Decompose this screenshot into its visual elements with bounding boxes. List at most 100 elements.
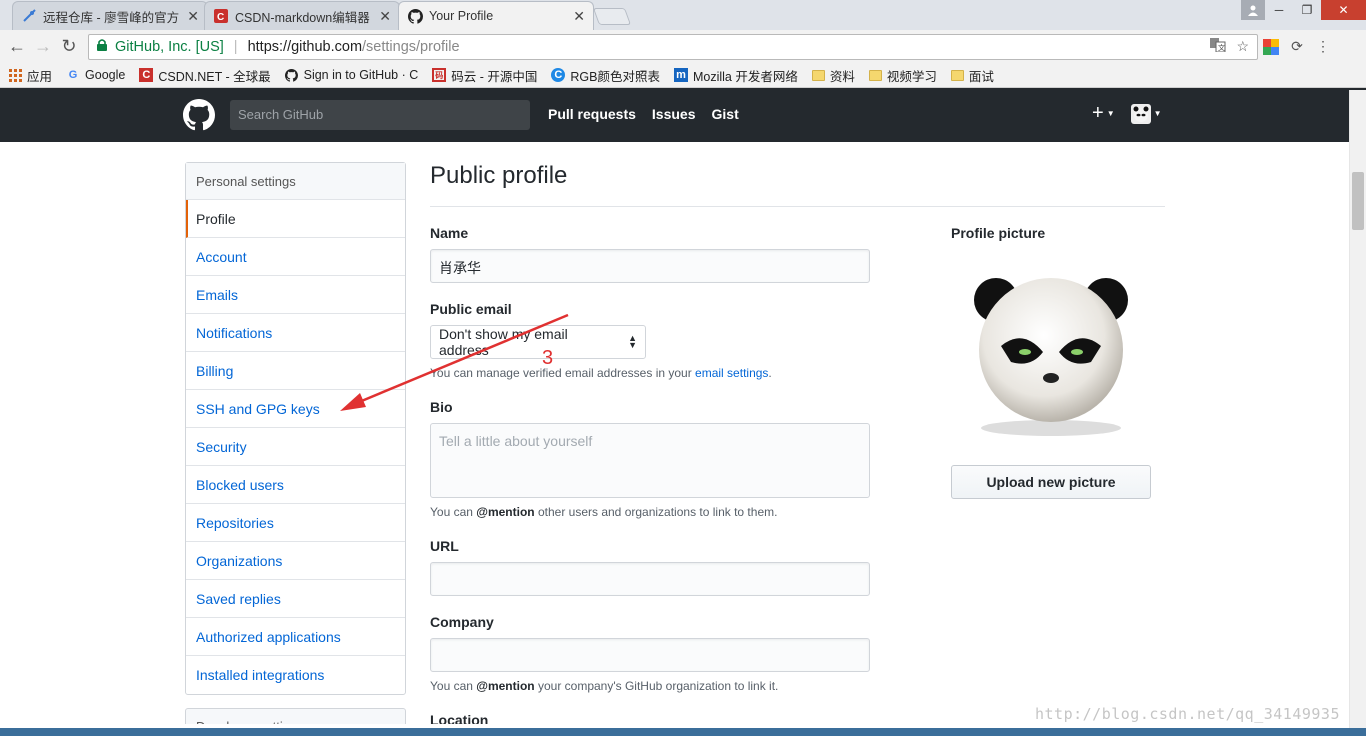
sidebar-item-security[interactable]: Security bbox=[186, 428, 405, 466]
close-tab-icon[interactable]: ✕ bbox=[379, 8, 391, 25]
page-scrollbar[interactable] bbox=[1349, 90, 1366, 728]
bookmark-mozilla[interactable]: m Mozilla 开发者网络 bbox=[673, 66, 798, 85]
site-identity: GitHub, Inc. [US] bbox=[115, 38, 224, 55]
omnibox-actions: 文 ☆ bbox=[1210, 38, 1249, 55]
folder-icon bbox=[811, 69, 825, 81]
company-input[interactable] bbox=[430, 638, 870, 672]
bookmarks-bar: 应用 G Google C CSDN.NET - 全球最 Sign in to … bbox=[0, 63, 1366, 88]
settings-page: Personal settings Profile Account Emails… bbox=[0, 142, 1366, 724]
url-label: URL bbox=[430, 538, 459, 554]
browser-tab-strip: 远程仓库 - 廖雪峰的官方 ✕ C CSDN-markdown编辑器 ✕ You… bbox=[0, 0, 1366, 30]
bookmark-folder-ziliao[interactable]: 资料 bbox=[811, 66, 855, 85]
sidebar-item-repositories[interactable]: Repositories bbox=[186, 504, 405, 542]
menu-icon[interactable]: ⋮ bbox=[1310, 34, 1336, 60]
bookmark-apps[interactable]: 应用 bbox=[8, 66, 52, 85]
url-input[interactable] bbox=[430, 562, 870, 596]
url-separator: | bbox=[233, 38, 238, 55]
bookmark-csdn[interactable]: C CSDN.NET - 全球最 bbox=[139, 66, 271, 85]
restore-icon[interactable]: ❐ bbox=[1293, 0, 1321, 20]
create-new-button[interactable]: + ▼ bbox=[1092, 102, 1115, 125]
csdn-icon: C bbox=[213, 8, 229, 24]
profile-form: Public profile bbox=[430, 162, 1165, 207]
sidebar-item-saved-replies[interactable]: Saved replies bbox=[186, 580, 405, 618]
close-window-icon[interactable]: ✕ bbox=[1321, 0, 1366, 20]
nav-issues[interactable]: Issues bbox=[652, 106, 696, 122]
chevron-down-icon: ▼ bbox=[1153, 109, 1162, 118]
tab-your-profile[interactable]: Your Profile ✕ bbox=[398, 1, 594, 30]
avatar bbox=[1130, 103, 1151, 124]
svg-text:C: C bbox=[217, 12, 224, 23]
sidebar-item-installed-integrations[interactable]: Installed integrations bbox=[186, 656, 405, 694]
bookmark-folder-video[interactable]: 视频学习 bbox=[868, 66, 937, 85]
profile-picture bbox=[951, 250, 1151, 450]
upload-new-picture-button[interactable]: Upload new picture bbox=[951, 465, 1151, 499]
annotation-number: 3 bbox=[542, 347, 554, 369]
google-icon: G bbox=[68, 69, 78, 81]
extension-sync-icon[interactable]: ⟳ bbox=[1284, 34, 1310, 60]
close-tab-icon[interactable]: ✕ bbox=[187, 8, 199, 25]
location-label: Location bbox=[430, 712, 489, 724]
sidebar-item-account[interactable]: Account bbox=[186, 238, 405, 276]
new-tab-button[interactable] bbox=[592, 8, 632, 25]
folder-icon bbox=[868, 69, 882, 81]
name-label: Name bbox=[430, 225, 469, 241]
svg-text:文: 文 bbox=[1218, 43, 1225, 52]
settings-sidebar: Personal settings Profile Account Emails… bbox=[185, 162, 406, 695]
back-icon[interactable]: ← bbox=[4, 34, 30, 60]
github-logo-icon[interactable] bbox=[183, 99, 215, 131]
page-title: Public profile bbox=[430, 162, 1165, 207]
bookmark-google[interactable]: G Google bbox=[66, 68, 126, 82]
csdn-icon: C bbox=[139, 68, 154, 82]
watermark: http://blog.csdn.net/qq_34149935 bbox=[1035, 705, 1340, 723]
star-icon[interactable]: ☆ bbox=[1236, 38, 1249, 55]
github-icon bbox=[285, 68, 299, 82]
bio-note: You can @mention other users and organiz… bbox=[430, 505, 778, 519]
github-icon bbox=[407, 8, 423, 24]
folder-icon bbox=[950, 69, 964, 81]
window-controls: ─ ❐ ✕ bbox=[1241, 0, 1366, 20]
sidebar-item-authorized-applications[interactable]: Authorized applications bbox=[186, 618, 405, 656]
apps-icon bbox=[8, 68, 22, 82]
extension-colorful-icon[interactable] bbox=[1258, 34, 1284, 60]
lock-icon bbox=[97, 39, 107, 54]
sidebar-item-profile[interactable]: Profile bbox=[186, 200, 405, 238]
bookmark-github-signin[interactable]: Sign in to GitHub · C bbox=[285, 68, 418, 82]
rocket-icon bbox=[21, 8, 37, 24]
github-header: Search GitHub Pull requests Issues Gist … bbox=[0, 88, 1366, 142]
tab-csdn[interactable]: C CSDN-markdown编辑器 ✕ bbox=[204, 1, 400, 30]
windows-taskbar bbox=[0, 728, 1366, 736]
select-arrows-icon: ▲ ▼ bbox=[628, 333, 637, 350]
forward-icon[interactable]: → bbox=[30, 34, 56, 60]
nav-gist[interactable]: Gist bbox=[712, 106, 739, 122]
developer-settings-heading: Developer settings bbox=[185, 708, 406, 724]
url-host: https://github.com bbox=[247, 38, 363, 55]
sidebar-item-organizations[interactable]: Organizations bbox=[186, 542, 405, 580]
close-tab-icon[interactable]: ✕ bbox=[573, 8, 585, 25]
nav-pull-requests[interactable]: Pull requests bbox=[548, 106, 636, 122]
company-label: Company bbox=[430, 614, 494, 630]
rgb-icon: C bbox=[551, 68, 566, 82]
header-actions: + ▼ ▼ bbox=[1092, 102, 1162, 125]
reload-icon[interactable]: ↻ bbox=[56, 34, 82, 60]
github-nav: Pull requests Issues Gist bbox=[548, 106, 739, 122]
translate-icon[interactable]: 文 bbox=[1210, 38, 1226, 55]
name-input[interactable]: 肖承华 bbox=[430, 249, 870, 283]
sidebar-item-blocked-users[interactable]: Blocked users bbox=[186, 466, 405, 504]
company-note: You can @mention your company's GitHub o… bbox=[430, 679, 779, 693]
minimize-icon[interactable]: ─ bbox=[1265, 0, 1293, 20]
user-menu-button[interactable]: ▼ bbox=[1130, 103, 1162, 124]
email-settings-link[interactable]: email settings bbox=[695, 366, 768, 380]
bookmark-rgb[interactable]: C RGB颜色对照表 bbox=[551, 66, 660, 85]
bio-textarea[interactable]: Tell a little about yourself bbox=[430, 423, 870, 498]
bookmark-folder-interview[interactable]: 面试 bbox=[950, 66, 994, 85]
chevron-down-icon: ▼ bbox=[1106, 109, 1115, 118]
user-profile-icon[interactable] bbox=[1241, 0, 1265, 20]
github-search-input[interactable]: Search GitHub bbox=[230, 100, 530, 130]
profile-picture-label: Profile picture bbox=[951, 225, 1046, 241]
tab-liaoxuefeng[interactable]: 远程仓库 - 廖雪峰的官方 ✕ bbox=[12, 1, 208, 30]
bookmark-gitee[interactable]: 码 码云 - 开源中国 bbox=[432, 66, 537, 85]
scrollbar-thumb[interactable] bbox=[1352, 172, 1364, 230]
plus-icon: + bbox=[1092, 102, 1104, 124]
address-bar[interactable]: GitHub, Inc. [US] | https://github.com/s… bbox=[88, 33, 1258, 60]
sidebar-heading: Personal settings bbox=[186, 163, 405, 200]
